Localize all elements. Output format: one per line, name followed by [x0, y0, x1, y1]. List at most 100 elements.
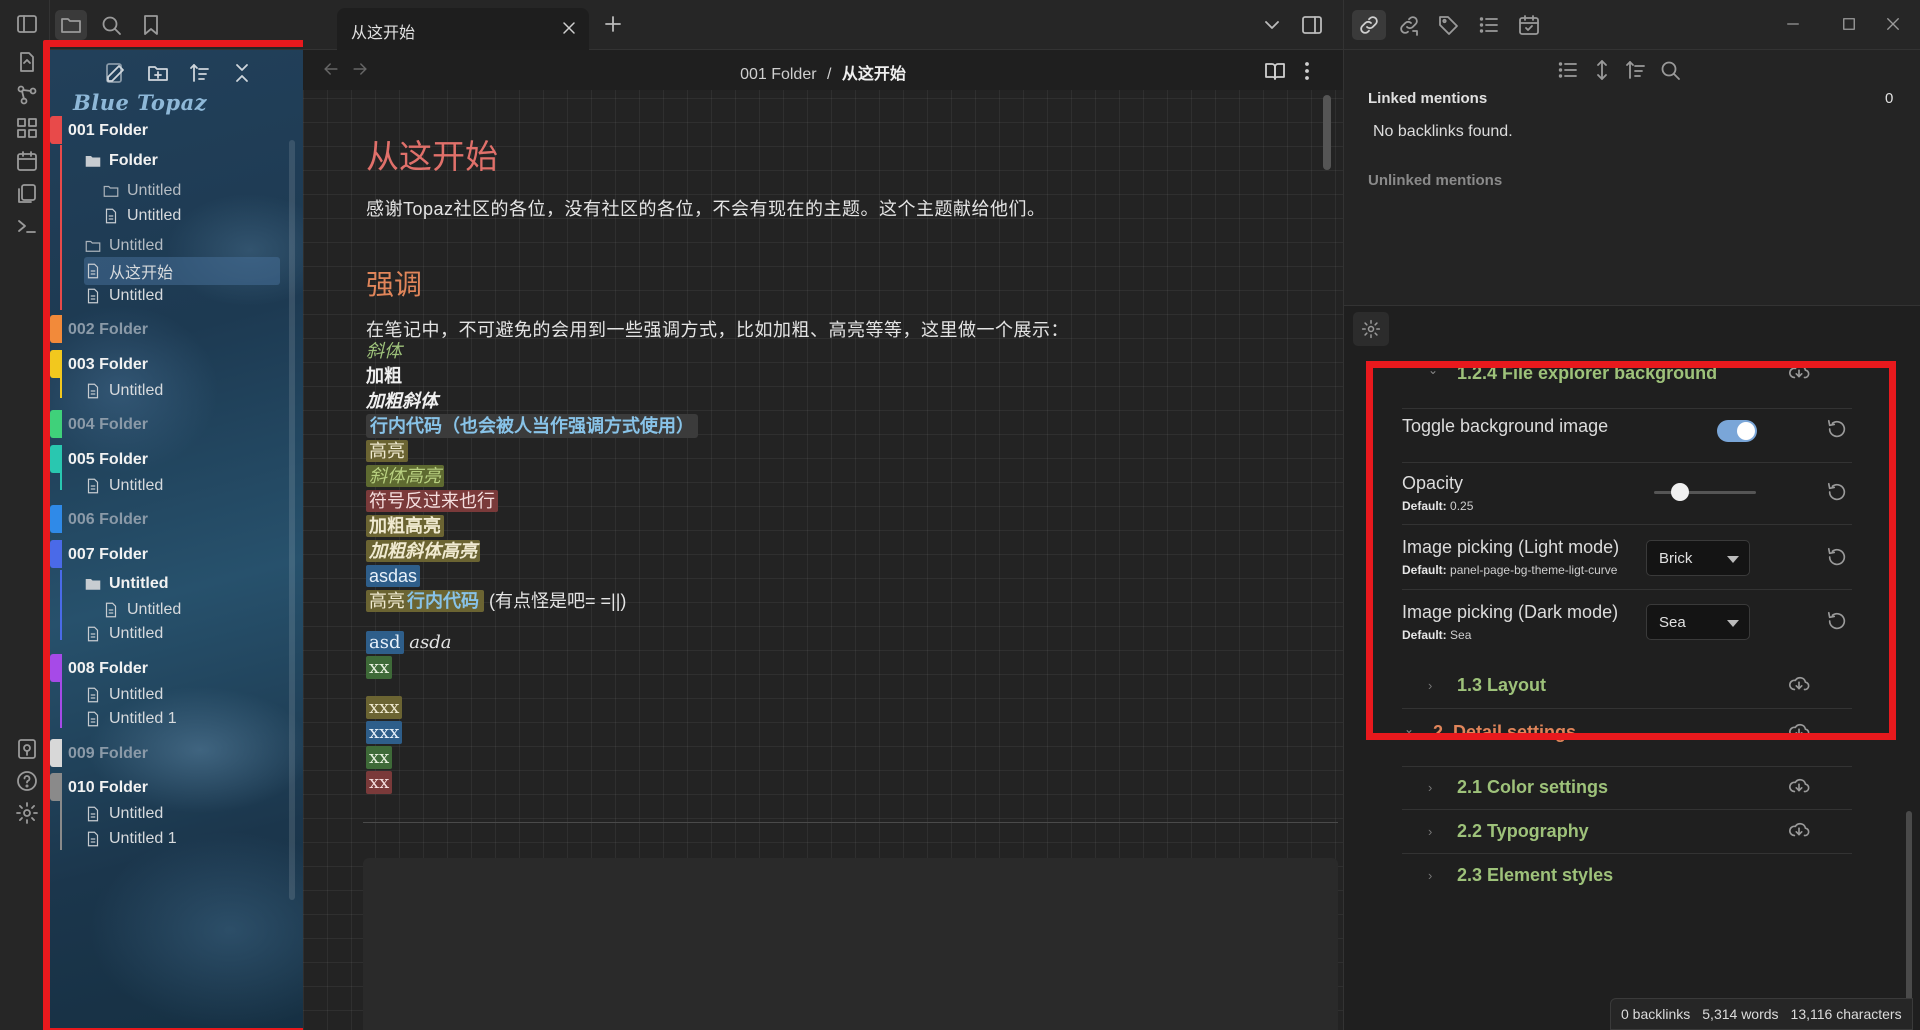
calendar-tab-icon[interactable]: [1512, 10, 1546, 40]
daily-note-icon[interactable]: [13, 147, 41, 175]
export-section-icon[interactable]: [1788, 720, 1810, 742]
maximize-window-icon[interactable]: [1840, 15, 1858, 33]
asdas-line: asdas: [366, 563, 421, 589]
folder-item[interactable]: Folder: [84, 147, 158, 175]
reset-icon[interactable]: [1826, 610, 1852, 636]
chevron-right-icon[interactable]: ›: [1428, 868, 1432, 883]
explorer-scrollbar[interactable]: [289, 140, 295, 900]
search-tab-icon[interactable]: [95, 10, 127, 40]
show-more-context-icon[interactable]: [1590, 58, 1614, 82]
section-color-settings[interactable]: 2.1 Color settings: [1457, 777, 1608, 798]
help-icon[interactable]: [13, 767, 41, 795]
status-words[interactable]: 5,314 words: [1702, 1006, 1778, 1022]
folder-item[interactable]: 003 Folder: [68, 351, 148, 379]
light-mode-image-select[interactable]: Brick: [1646, 540, 1750, 576]
tree-item-label: Untitled: [109, 237, 164, 254]
dark-mode-image-select[interactable]: Sea: [1646, 604, 1750, 640]
folder-item[interactable]: 008 Folder: [68, 655, 148, 683]
bookmarks-tab-icon[interactable]: [135, 10, 167, 40]
status-characters[interactable]: 13,116 characters: [1791, 1006, 1902, 1022]
export-section-icon[interactable]: [1788, 673, 1810, 695]
sort-backlinks-icon[interactable]: [1624, 58, 1648, 82]
file-item[interactable]: Untitled: [84, 800, 163, 828]
editor-scrollbar[interactable]: [1323, 95, 1331, 170]
file-item[interactable]: Untitled: [84, 377, 163, 405]
tab-note[interactable]: 从这开始: [337, 8, 589, 50]
folder-item[interactable]: Untitled: [84, 570, 169, 598]
open-quick-switcher-icon[interactable]: [13, 48, 41, 76]
section-chevron-down-icon[interactable]: ⌄: [1428, 363, 1438, 377]
highlight-code-line: 高亮 行内代码 (有点怪是吧= =||): [366, 588, 626, 614]
file-item[interactable]: Untitled: [84, 620, 163, 648]
file-item[interactable]: Untitled: [84, 282, 163, 310]
section-element-styles[interactable]: 2.3 Element styles: [1457, 865, 1613, 886]
close-tab-icon[interactable]: [559, 18, 579, 38]
graph-view-icon[interactable]: [13, 81, 41, 109]
folder-item[interactable]: 004 Folder: [68, 411, 148, 439]
file-item[interactable]: Untitled: [84, 472, 163, 500]
linked-mentions-label[interactable]: Linked mentions: [1368, 90, 1487, 107]
tab-list-chevron-down-icon[interactable]: [1260, 13, 1284, 37]
folder-item[interactable]: 010 Folder: [68, 774, 148, 802]
opacity-slider[interactable]: [1654, 483, 1756, 501]
chevron-right-icon[interactable]: ›: [1428, 678, 1432, 693]
folder-item[interactable]: Untitled: [84, 232, 163, 260]
backlinks-tab-icon[interactable]: [1352, 10, 1386, 40]
folder-item[interactable]: 006 Folder: [68, 506, 148, 534]
collapse-results-list-icon[interactable]: [1556, 58, 1580, 82]
file-item[interactable]: 从这开始: [84, 257, 280, 285]
folder-item[interactable]: Untitled: [102, 177, 181, 205]
chevron-right-icon[interactable]: ›: [1428, 780, 1432, 795]
chevron-right-icon[interactable]: ›: [1428, 824, 1432, 839]
search-backlinks-icon[interactable]: [1658, 58, 1682, 82]
tags-tab-icon[interactable]: [1432, 10, 1466, 40]
highlight-inline-code: 行内代码: [407, 591, 479, 611]
reset-icon[interactable]: [1826, 418, 1852, 444]
reset-icon[interactable]: [1826, 481, 1852, 507]
collapse-all-icon[interactable]: [226, 58, 258, 88]
file-item[interactable]: Untitled: [102, 202, 181, 230]
style-settings-gear-icon[interactable]: [1353, 312, 1389, 346]
vault-switcher-icon[interactable]: [13, 735, 41, 763]
section-file-explorer-background[interactable]: 1.2.4 File explorer background: [1457, 363, 1717, 384]
files-tab-folder-icon[interactable]: [55, 10, 87, 40]
reading-view-book-icon[interactable]: [1263, 59, 1287, 83]
folder-item[interactable]: 007 Folder: [68, 541, 148, 569]
reset-icon[interactable]: [1826, 546, 1852, 572]
folder-item[interactable]: 002 Folder: [68, 316, 148, 344]
folder-guide-line: [60, 681, 62, 728]
unlinked-mentions-label[interactable]: Unlinked mentions: [1368, 172, 1502, 189]
templates-icon[interactable]: [13, 180, 41, 208]
export-section-icon[interactable]: [1788, 819, 1810, 841]
outgoing-links-tab-icon[interactable]: [1392, 10, 1426, 40]
tree-item-label: 001 Folder: [68, 122, 149, 139]
section-detail-settings[interactable]: 2. Detail settings: [1433, 722, 1576, 743]
close-window-icon[interactable]: [1884, 15, 1902, 33]
folder-item[interactable]: 009 Folder: [68, 740, 148, 768]
more-options-icon[interactable]: [1295, 59, 1319, 83]
toggle-right-sidebar-icon[interactable]: [1300, 13, 1324, 37]
background-image-toggle[interactable]: [1717, 420, 1757, 442]
folder-item[interactable]: 001 Folder: [68, 117, 148, 145]
section-layout[interactable]: 1.3 Layout: [1457, 675, 1546, 696]
file-item[interactable]: Untitled 1: [84, 705, 177, 733]
section-typography[interactable]: 2.2 Typography: [1457, 821, 1589, 842]
new-folder-icon[interactable]: [142, 58, 174, 88]
new-note-icon[interactable]: [100, 58, 132, 88]
toggle-sidebar-icon[interactable]: [13, 10, 41, 38]
sort-order-icon[interactable]: [184, 58, 216, 88]
export-section-icon[interactable]: [1788, 775, 1810, 797]
settings-gear-icon[interactable]: [13, 799, 41, 827]
outline-tab-icon[interactable]: [1472, 10, 1506, 40]
new-tab-plus-icon[interactable]: [601, 12, 625, 36]
canvas-icon[interactable]: [13, 114, 41, 142]
export-section-icon[interactable]: [1788, 361, 1810, 383]
file-item[interactable]: Untitled 1: [84, 825, 177, 853]
section-chevron-down-icon[interactable]: ⌄: [1404, 722, 1414, 736]
minimize-window-icon[interactable]: [1784, 15, 1802, 33]
opacity-slider-thumb[interactable]: [1670, 483, 1689, 501]
folder-item[interactable]: 005 Folder: [68, 446, 148, 474]
command-palette-icon[interactable]: [13, 212, 41, 240]
breadcrumb-folder[interactable]: 001 Folder: [740, 66, 817, 83]
status-backlinks[interactable]: 0 backlinks: [1621, 1006, 1690, 1022]
